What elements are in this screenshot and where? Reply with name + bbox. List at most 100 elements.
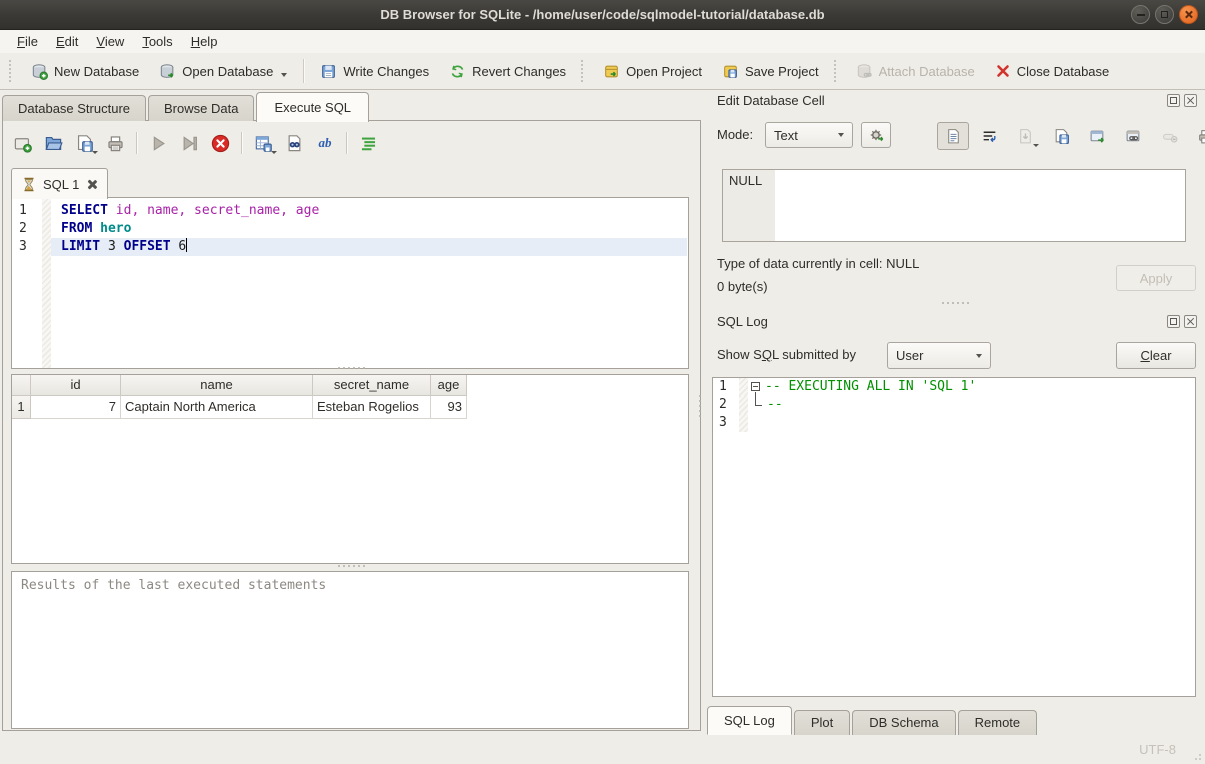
- save-cell-button[interactable]: [1045, 122, 1077, 150]
- tab-database-structure[interactable]: Database Structure: [2, 95, 146, 121]
- editor-grid-splitter[interactable]: [3, 367, 700, 369]
- fold-collapse-icon[interactable]: [751, 382, 760, 391]
- tab-db-schema[interactable]: DB Schema: [852, 710, 955, 735]
- toolbar-drag-handle[interactable]: [581, 60, 588, 82]
- save-sql-dropdown-icon[interactable]: [92, 151, 98, 154]
- close-panel-button[interactable]: [1184, 315, 1197, 328]
- cell-type-info: Type of data currently in cell: NULL: [717, 256, 919, 271]
- clear-log-button[interactable]: Clear: [1116, 342, 1196, 369]
- close-database-button[interactable]: Close Database: [985, 58, 1120, 84]
- menu-bar: File Edit View Tools Help: [0, 30, 1205, 53]
- revert-changes-icon: [449, 63, 466, 80]
- minimize-button[interactable]: [1131, 5, 1150, 24]
- dock-panels-splitter[interactable]: [705, 302, 1205, 304]
- results-header-row: id name secret_name age: [12, 375, 688, 396]
- menu-view[interactable]: View: [87, 32, 133, 51]
- save-results-button[interactable]: [253, 133, 273, 153]
- close-button[interactable]: [1179, 5, 1198, 24]
- replace-button[interactable]: ab: [315, 133, 335, 153]
- database-new-icon: [31, 63, 48, 80]
- close-sql-tab-icon[interactable]: [86, 179, 97, 190]
- column-header-name[interactable]: name: [121, 375, 313, 396]
- mode-select[interactable]: Text: [765, 122, 853, 148]
- sql-toolbar-separator: [346, 132, 347, 154]
- save-sql-file-button[interactable]: [74, 133, 94, 153]
- column-header-age[interactable]: age: [431, 375, 467, 396]
- results-message: Results of the last executed statements: [21, 578, 326, 593]
- new-database-button[interactable]: New Database: [21, 58, 149, 85]
- menu-tools[interactable]: Tools: [133, 32, 181, 51]
- print-sql-button[interactable]: [105, 133, 125, 153]
- column-header-id[interactable]: id: [31, 375, 121, 396]
- tab-browse-data[interactable]: Browse Data: [148, 95, 254, 121]
- float-panel-button[interactable]: [1167, 94, 1180, 107]
- text-mode-button[interactable]: [937, 122, 969, 150]
- fold-guide-line: [755, 392, 762, 406]
- database-open-icon: [159, 63, 176, 80]
- sql-log-view[interactable]: 1 -- EXECUTING ALL IN 'SQL 1' 2 -- 3: [712, 377, 1196, 697]
- tab-execute-sql[interactable]: Execute SQL: [256, 92, 369, 122]
- format-sql-button[interactable]: [358, 133, 378, 153]
- sql-editor-tab[interactable]: SQL 1: [11, 168, 108, 199]
- save-project-button[interactable]: Save Project: [712, 58, 829, 85]
- open-sql-file-button[interactable]: [43, 133, 63, 153]
- log-filter-label: Show SQL submitted by: [717, 347, 856, 362]
- toolbar-drag-handle[interactable]: [834, 60, 841, 82]
- close-panel-button[interactable]: [1184, 94, 1197, 107]
- dock-splitter[interactable]: [699, 395, 701, 417]
- open-database-button[interactable]: Open Database: [149, 58, 297, 85]
- text-document-icon: [945, 128, 962, 145]
- menu-edit[interactable]: Edit: [47, 32, 87, 51]
- cell-secret-name[interactable]: Esteban Rogelios: [313, 396, 431, 419]
- code-line-current: LIMIT 3 OFFSET 6: [51, 238, 687, 256]
- sql-code[interactable]: SELECT id, name, secret_name, age FROM h…: [51, 202, 687, 256]
- write-changes-button[interactable]: Write Changes: [310, 58, 439, 85]
- window-title: DB Browser for SQLite - /home/user/code/…: [0, 0, 1205, 29]
- grid-message-splitter[interactable]: [3, 565, 700, 567]
- float-panel-button[interactable]: [1167, 315, 1180, 328]
- resize-grip[interactable]: [1191, 750, 1201, 760]
- sql-code-editor[interactable]: 1 2 3 SELECT id, name, secret_name, age …: [11, 197, 689, 369]
- sql-editor-tab-label: SQL 1: [43, 177, 79, 192]
- menu-file[interactable]: File: [8, 32, 47, 51]
- tab-remote[interactable]: Remote: [958, 710, 1038, 735]
- cell-age[interactable]: 93: [431, 396, 467, 419]
- table-row: 1 7 Captain North America Esteban Rogeli…: [12, 396, 688, 419]
- maximize-button[interactable]: [1155, 5, 1174, 24]
- toolbar-drag-handle[interactable]: [9, 60, 16, 82]
- word-wrap-button[interactable]: [973, 122, 1005, 150]
- open-file-icon: [44, 134, 63, 153]
- close-icon: [1187, 318, 1194, 325]
- toolbar-separator: [303, 59, 304, 83]
- cell-value-editor[interactable]: NULL: [722, 169, 1186, 242]
- row-header[interactable]: 1: [12, 396, 31, 419]
- log-filter-select[interactable]: User: [887, 342, 991, 369]
- tab-plot[interactable]: Plot: [794, 710, 850, 735]
- save-results-dropdown-icon[interactable]: [271, 151, 277, 154]
- revert-changes-button[interactable]: Revert Changes: [439, 58, 576, 85]
- column-header-secret-name[interactable]: secret_name: [313, 375, 431, 396]
- export-cell-button[interactable]: [1081, 122, 1113, 150]
- stop-icon: [211, 134, 230, 153]
- window-controls: [1131, 5, 1198, 24]
- code-line: SELECT id, name, secret_name, age: [51, 202, 687, 220]
- auto-apply-button[interactable]: [861, 122, 891, 148]
- close-database-icon: [995, 63, 1011, 79]
- new-sql-tab-button[interactable]: [12, 133, 32, 153]
- cell-name[interactable]: Captain North America: [121, 396, 313, 419]
- tab-sql-log[interactable]: SQL Log: [707, 706, 792, 735]
- edit-cell-panel-title: Edit Database Cell: [717, 93, 825, 108]
- find-button[interactable]: [284, 133, 304, 153]
- open-project-button[interactable]: Open Project: [593, 58, 712, 85]
- printer-icon: [106, 134, 125, 153]
- link-data-button[interactable]: [1117, 122, 1149, 150]
- menu-help[interactable]: Help: [182, 32, 227, 51]
- gear-icon: [868, 127, 885, 144]
- mode-value: Text: [774, 128, 830, 143]
- open-project-icon: [603, 63, 620, 80]
- stop-execution-button[interactable]: [210, 133, 230, 153]
- cell-id[interactable]: 7: [31, 396, 121, 419]
- chevron-down-icon: [838, 133, 844, 137]
- print-cell-button[interactable]: [1189, 122, 1205, 150]
- open-database-dropdown-icon[interactable]: [281, 73, 287, 77]
